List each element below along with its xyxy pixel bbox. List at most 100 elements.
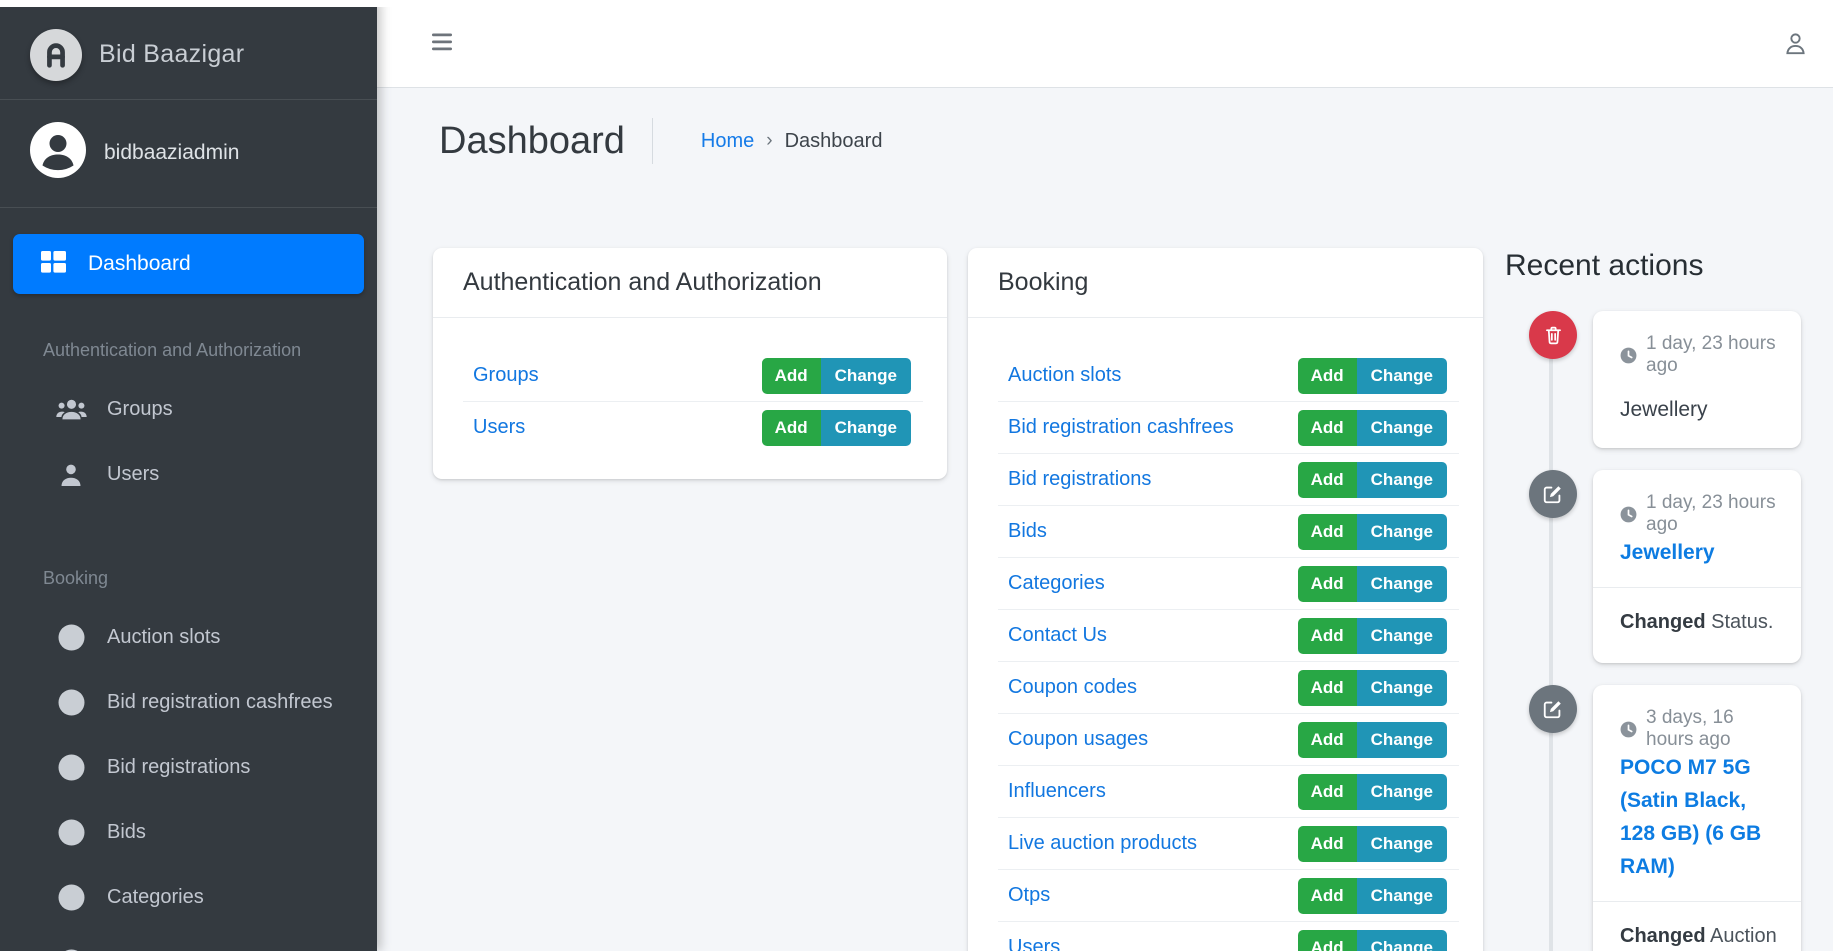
change-button-bid-registrations[interactable]: Change (1357, 462, 1447, 498)
add-button-coupon-usages[interactable]: Add (1298, 722, 1357, 758)
clock-icon (1620, 721, 1637, 738)
timestamp-text: 1 day, 23 hours ago (1646, 333, 1777, 377)
change-button-groups[interactable]: Change (821, 358, 911, 394)
card-title: Authentication and Authorization (433, 248, 947, 318)
edit-icon (1529, 685, 1577, 733)
add-button-bid-registrations[interactable]: Add (1298, 462, 1357, 498)
model-link-bid-registrations[interactable]: Bid registrations (1008, 468, 1151, 491)
model-actions: AddChange (1298, 618, 1447, 654)
topbar (377, 0, 1833, 88)
sidebar-item-label: Groups (107, 398, 173, 421)
add-button-contact-us[interactable]: Add (1298, 618, 1357, 654)
sidebar-item-label: Bid registration cashfrees (107, 691, 333, 714)
change-button-bid-registration-cashfrees[interactable]: Change (1357, 410, 1447, 446)
add-button-live-auction-products[interactable]: Add (1298, 826, 1357, 862)
sidebar-item-categories[interactable]: Categories (13, 865, 364, 930)
add-button-users[interactable]: Add (1298, 930, 1357, 951)
clock-icon (1620, 506, 1637, 523)
change-button-coupon-usages[interactable]: Change (1357, 722, 1447, 758)
sidebar-item-bids[interactable]: Bids (13, 800, 364, 865)
change-button-categories[interactable]: Change (1357, 566, 1447, 602)
timeline-object-link[interactable]: POCO M7 5G (Satin Black, 128 GB) (6 GB R… (1620, 756, 1761, 878)
timeline-card: 1 day, 23 hours ago Jewellery (1593, 311, 1801, 448)
sidebar-user-panel[interactable]: bidbaaziadmin (0, 100, 377, 208)
model-actions: AddChange (1298, 826, 1447, 862)
page-title: Dashboard (439, 120, 625, 163)
sidebar-item-users[interactable]: Users (13, 442, 364, 507)
model-link-groups[interactable]: Groups (473, 364, 539, 387)
model-actions: AddChange (1298, 930, 1447, 951)
brand-a-icon (30, 29, 82, 81)
change-button-coupon-codes[interactable]: Change (1357, 670, 1447, 706)
change-button-auction-slots[interactable]: Change (1357, 358, 1447, 394)
sidebar-nav: Dashboard Authentication and Authorizati… (0, 208, 377, 951)
change-button-live-auction-products[interactable]: Change (1357, 826, 1447, 862)
add-button-coupon-codes[interactable]: Add (1298, 670, 1357, 706)
user-outline-icon[interactable] (1782, 30, 1809, 62)
change-button-bids[interactable]: Change (1357, 514, 1447, 550)
breadcrumb: Home › Dashboard (701, 130, 883, 153)
change-button-influencers[interactable]: Change (1357, 774, 1447, 810)
model-link-influencers[interactable]: Influencers (1008, 780, 1106, 803)
edit-icon (1529, 470, 1577, 518)
circle-icon (55, 624, 87, 651)
model-actions: AddChange (1298, 670, 1447, 706)
timeline-entry: 1 day, 23 hours agoJewelleryChanged Stat… (1505, 470, 1801, 663)
timeline-entries: 1 day, 23 hours agoJewellery1 day, 23 ho… (1505, 311, 1801, 951)
change-button-otps[interactable]: Change (1357, 878, 1447, 914)
model-link-live-auction-products[interactable]: Live auction products (1008, 832, 1197, 855)
add-button-bid-registration-cashfrees[interactable]: Add (1298, 410, 1357, 446)
nav-section-title: Authentication and Authorization (13, 338, 364, 362)
change-button-users[interactable]: Change (821, 410, 911, 446)
timeline-action-text: Changed Auction status, Ended bid price … (1620, 902, 1777, 951)
timeline-object-link[interactable]: Jewellery (1620, 541, 1715, 564)
menu-icon[interactable] (432, 33, 452, 56)
sidebar-item-label: Dashboard (88, 252, 191, 276)
sidebar-item-dashboard[interactable]: Dashboard (13, 234, 364, 294)
add-button-categories[interactable]: Add (1298, 566, 1357, 602)
breadcrumb-separator: › (766, 130, 772, 152)
brand-link[interactable]: Bid Baazigar (0, 0, 377, 100)
model-link-users[interactable]: Users (1008, 936, 1060, 951)
model-link-bid-registration-cashfrees[interactable]: Bid registration cashfrees (1008, 416, 1234, 439)
sidebar-item-bid-registrations[interactable]: Bid registrations (13, 735, 364, 800)
model-row-bid-registrations: Bid registrations AddChange (968, 454, 1483, 505)
timeline-card: 3 days, 16 hours agoPOCO M7 5G (Satin Bl… (1593, 685, 1801, 951)
sidebar: Bid Baazigar bidbaaziadmin Dashboard Aut… (0, 0, 377, 951)
circle-icon (55, 819, 87, 846)
add-button-influencers[interactable]: Add (1298, 774, 1357, 810)
change-button-contact-us[interactable]: Change (1357, 618, 1447, 654)
model-link-auction-slots[interactable]: Auction slots (1008, 364, 1121, 387)
sidebar-item-auction-slots[interactable]: Auction slots (13, 605, 364, 670)
model-row-bids: Bids AddChange (968, 506, 1483, 557)
timeline-object-name: Jewellery (1620, 393, 1777, 426)
model-link-contact-us[interactable]: Contact Us (1008, 624, 1107, 647)
timeline-timestamp: 1 day, 23 hours ago (1620, 492, 1777, 536)
model-actions: AddChange (1298, 722, 1447, 758)
add-button-groups[interactable]: Add (762, 358, 821, 394)
add-button-auction-slots[interactable]: Add (1298, 358, 1357, 394)
sidebar-item-bid-registration-cashfrees[interactable]: Bid registration cashfrees (13, 670, 364, 735)
model-actions: AddChange (1298, 462, 1447, 498)
circle-icon (55, 884, 87, 911)
change-button-users[interactable]: Change (1357, 930, 1447, 951)
model-row-otps: Otps AddChange (968, 870, 1483, 921)
model-actions: AddChange (1298, 566, 1447, 602)
model-link-categories[interactable]: Categories (1008, 572, 1105, 595)
model-link-coupon-usages[interactable]: Coupon usages (1008, 728, 1148, 751)
model-actions: AddChange (1298, 358, 1447, 394)
sidebar-item-groups[interactable]: Groups (13, 377, 364, 442)
circle-icon (55, 689, 87, 716)
model-link-otps[interactable]: Otps (1008, 884, 1050, 907)
breadcrumb-home-link[interactable]: Home (701, 130, 754, 153)
add-button-otps[interactable]: Add (1298, 878, 1357, 914)
timeline-card: 1 day, 23 hours agoJewelleryChanged Stat… (1593, 470, 1801, 663)
add-button-bids[interactable]: Add (1298, 514, 1357, 550)
add-button-users[interactable]: Add (762, 410, 821, 446)
model-link-coupon-codes[interactable]: Coupon codes (1008, 676, 1137, 699)
model-actions: AddChange (762, 410, 911, 446)
user-icon (55, 463, 87, 487)
model-link-bids[interactable]: Bids (1008, 520, 1047, 543)
sidebar-item-contact-us[interactable]: Contact Us (13, 930, 364, 951)
model-link-users[interactable]: Users (473, 416, 525, 439)
